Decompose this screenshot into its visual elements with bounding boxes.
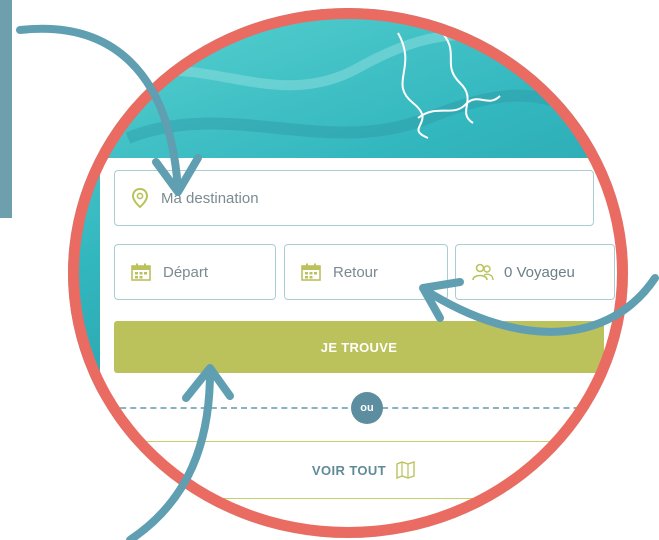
retour-input[interactable]: [331, 262, 447, 282]
calendar-icon: [301, 263, 321, 281]
water-background-illustration: [105, 27, 628, 144]
search-panel: 0 Voyageu JE TROUVE ou VOIR TOUT: [100, 158, 628, 538]
voyageurs-selector[interactable]: 0 Voyageu: [455, 244, 615, 300]
or-badge: ou: [351, 392, 383, 424]
magnifier-circle: 0 Voyageu JE TROUVE ou VOIR TOUT: [68, 8, 628, 538]
location-pin-icon: [131, 188, 149, 208]
people-icon: [472, 263, 494, 281]
voyageurs-label: 0 Voyageu: [504, 263, 575, 281]
left-accent-bar: [0, 0, 12, 218]
retour-field[interactable]: [284, 244, 448, 300]
je-trouve-button[interactable]: JE TROUVE: [114, 321, 604, 373]
depart-input[interactable]: [161, 262, 275, 282]
voir-tout-label: VOIR TOUT: [311, 462, 387, 478]
calendar-icon: [131, 263, 151, 281]
destination-input[interactable]: [159, 188, 593, 208]
depart-field[interactable]: [114, 244, 276, 300]
voir-tout-link[interactable]: VOIR TOUT: [114, 441, 614, 499]
map-icon: [396, 461, 416, 479]
destination-field[interactable]: [114, 170, 594, 226]
